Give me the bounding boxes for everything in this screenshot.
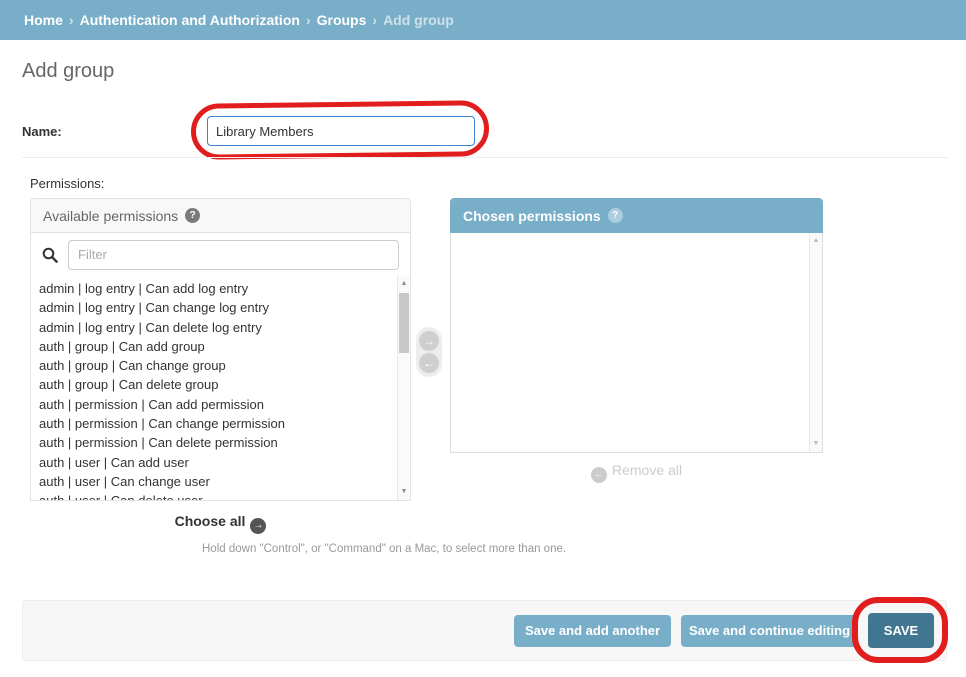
breadcrumb-separator: › [69, 12, 74, 28]
available-permissions-box: Available permissions ? admin | log entr… [30, 198, 411, 501]
permission-option[interactable]: auth | permission | Can add permission [39, 395, 394, 414]
remove-all-arrow-icon: ← [591, 467, 607, 483]
chosen-list-scrollbar[interactable]: ▲ ▼ [809, 233, 822, 452]
filter-row [30, 233, 411, 276]
scroll-down-icon[interactable]: ▼ [398, 485, 410, 499]
save-and-add-another-button[interactable]: Save and add another [514, 615, 671, 647]
chosen-permissions-list[interactable]: ▲ ▼ [450, 233, 823, 453]
scroll-down-icon[interactable]: ▼ [810, 437, 822, 451]
name-input[interactable] [207, 116, 475, 146]
available-permissions-title: Available permissions [43, 199, 178, 233]
help-icon: ? [185, 208, 200, 223]
permission-option[interactable]: admin | log entry | Can change log entry [39, 298, 394, 317]
breadcrumb: Home › Authentication and Authorization › Gr… [0, 0, 966, 40]
choose-all-link[interactable]: Choose all→ [30, 513, 411, 534]
choose-selected-icon[interactable]: → [419, 331, 439, 351]
scroll-up-icon[interactable]: ▲ [810, 234, 822, 248]
help-icon: ? [608, 208, 623, 223]
save-button[interactable]: SAVE [868, 613, 934, 648]
search-icon [42, 247, 58, 263]
submit-row: Save and add another Save and continue e… [22, 600, 947, 661]
scrollbar-thumb[interactable] [399, 293, 409, 353]
page-title: Add group [22, 60, 114, 83]
breadcrumb-separator: › [372, 12, 377, 28]
permission-option[interactable]: auth | group | Can add group [39, 337, 394, 356]
filter-input[interactable] [68, 240, 399, 270]
select-help-text: Hold down "Control", or "Command" on a M… [202, 543, 566, 555]
permission-option[interactable]: auth | group | Can delete group [39, 375, 394, 394]
chosen-permissions-header: Chosen permissions ? [450, 198, 823, 233]
choose-all-label: Choose all [175, 513, 246, 529]
move-buttons-pill: → ← [416, 327, 442, 377]
permission-option[interactable]: admin | log entry | Can delete log entry [39, 318, 394, 337]
permission-option[interactable]: auth | user | Can delete user [39, 491, 394, 501]
remove-all-label: Remove all [612, 462, 682, 478]
breadcrumb-separator: › [306, 12, 311, 28]
name-label: Name: [22, 124, 62, 139]
permission-option[interactable]: auth | user | Can change user [39, 472, 394, 491]
section-divider [22, 157, 948, 158]
permissions-label: Permissions: [30, 176, 104, 191]
remove-selected-icon[interactable]: ← [419, 353, 439, 373]
add-group-page: Home › Authentication and Authorization › Gr… [0, 0, 966, 677]
chosen-permissions-title: Chosen permissions [463, 199, 601, 233]
save-and-continue-button[interactable]: Save and continue editing [681, 615, 858, 647]
breadcrumb-home-link[interactable]: Home [24, 12, 63, 28]
choose-all-arrow-icon: → [250, 518, 266, 534]
breadcrumb-auth-link[interactable]: Authentication and Authorization [80, 12, 300, 28]
permission-option[interactable]: auth | user | Can add user [39, 453, 394, 472]
breadcrumb-groups-link[interactable]: Groups [317, 12, 367, 28]
scroll-up-icon[interactable]: ▲ [398, 277, 410, 291]
permission-option[interactable]: auth | permission | Can change permissio… [39, 414, 394, 433]
available-list-scrollbar[interactable]: ▲ ▼ [397, 276, 410, 500]
chosen-permissions-box: Chosen permissions ? ▲ ▼ [450, 198, 823, 453]
available-permissions-header: Available permissions ? [30, 198, 411, 233]
remove-all-link[interactable]: ← Remove all [450, 462, 823, 483]
permission-option[interactable]: admin | log entry | Can add log entry [39, 279, 394, 298]
permission-option[interactable]: auth | group | Can change group [39, 356, 394, 375]
available-permissions-list[interactable]: admin | log entry | Can add log entry ad… [30, 276, 411, 501]
breadcrumb-current: Add group [383, 12, 454, 28]
permission-option[interactable]: auth | permission | Can delete permissio… [39, 433, 394, 452]
